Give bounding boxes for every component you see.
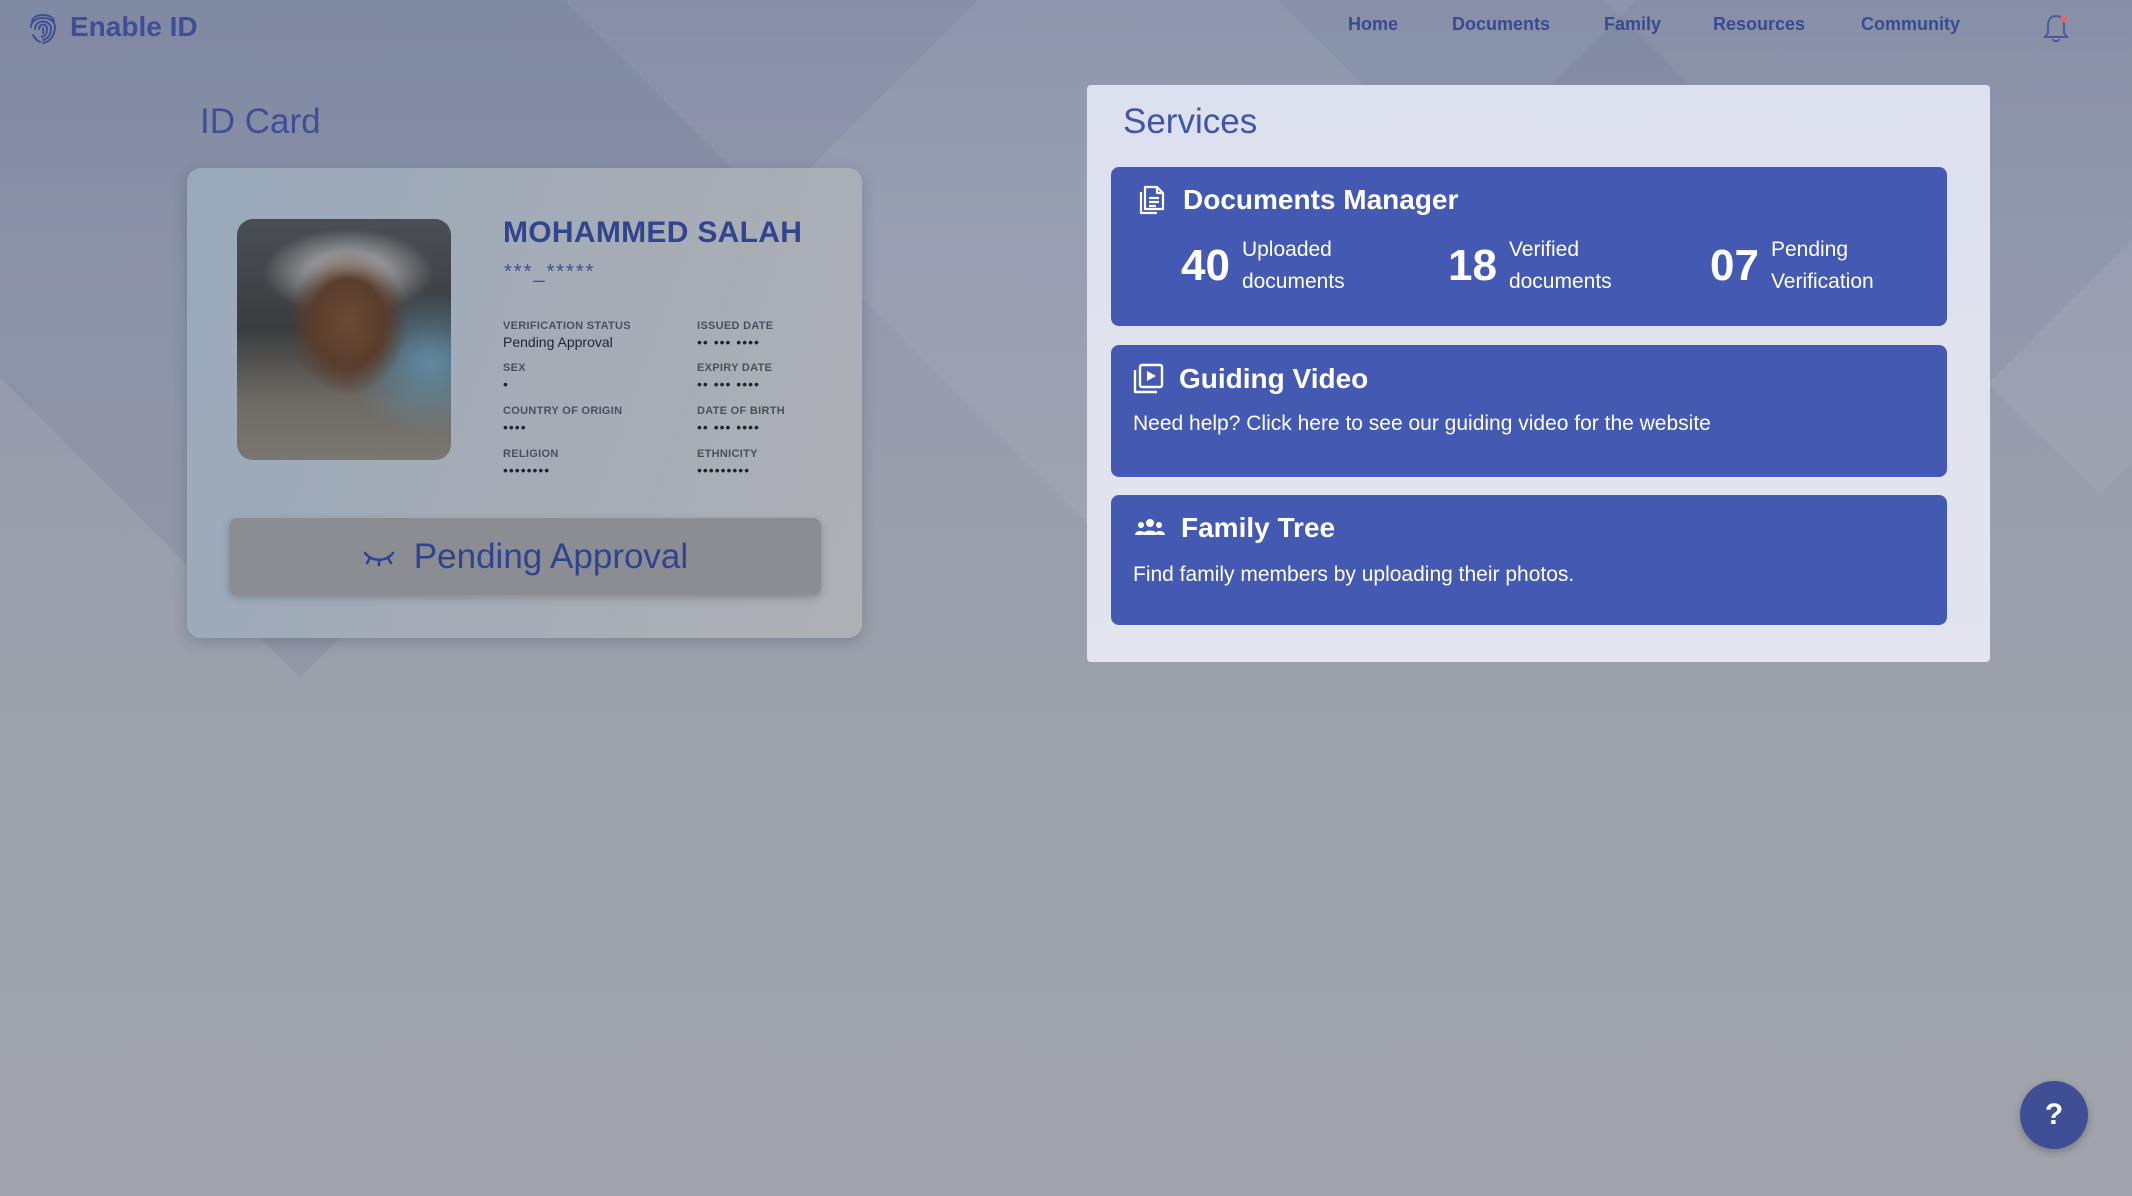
field-verification-status: VERIFICATION STATUS Pending Approval: [503, 320, 631, 350]
guiding-video-card[interactable]: Guiding Video Need help? Click here to s…: [1111, 345, 1947, 477]
stat-label: Pending Verification: [1770, 238, 1874, 293]
field-sex: SEX •: [503, 362, 526, 392]
nav-documents[interactable]: Documents: [1452, 14, 1550, 35]
card-holder-name: MOHAMMED SALAH: [503, 216, 803, 249]
family-tree-card[interactable]: Family Tree Find family members by uploa…: [1111, 495, 1947, 625]
field-value: •••••••••: [697, 462, 751, 478]
profile-photo: [237, 219, 451, 460]
documents-manager-header: Documents Manager: [1135, 183, 1458, 217]
notification-dot: [2060, 15, 2068, 23]
field-religion: RELIGION ••••••••: [503, 448, 559, 478]
nav-family[interactable]: Family: [1604, 14, 1661, 35]
services-panel: Services Documents Manager 40 Uploaded d…: [1087, 85, 1990, 662]
nav-resources[interactable]: Resources: [1713, 14, 1805, 35]
stat-value: 18: [1448, 241, 1497, 290]
services-title: Services: [1123, 102, 1258, 141]
field-label: ETHNICITY: [697, 448, 758, 460]
field-label: RELIGION: [503, 448, 559, 460]
closed-eye-icon: [363, 551, 395, 566]
id-card-section-title: ID Card: [200, 102, 321, 141]
field-value: Pending Approval: [503, 334, 613, 350]
card-id-number: ***_*****: [504, 261, 596, 283]
field-value: •• ••• ••••: [697, 334, 760, 350]
field-label: EXPIRY DATE: [697, 362, 773, 374]
stat-verified: 18 Verified documents: [1448, 234, 1649, 298]
field-date-of-birth: DATE OF BIRTH •• ••• ••••: [697, 405, 785, 435]
top-navbar: Enable ID Home Documents Family Resource…: [0, 0, 2132, 54]
field-issued-date: ISSUED DATE •• ••• ••••: [697, 320, 773, 350]
people-group-icon: [1135, 519, 1165, 535]
field-label: SEX: [503, 362, 526, 374]
field-country-of-origin: COUNTRY OF ORIGIN ••••: [503, 405, 622, 435]
family-tree-description: Find family members by uploading their p…: [1133, 563, 1575, 586]
field-ethnicity: ETHNICITY •••••••••: [697, 448, 758, 478]
documents-manager-title: Documents Manager: [1183, 184, 1459, 215]
stat-label: Verified documents: [1508, 238, 1612, 293]
documents-manager-card[interactable]: Documents Manager 40 Uploaded documents …: [1111, 167, 1947, 326]
stat-value: 40: [1181, 241, 1230, 290]
field-label: VERIFICATION STATUS: [503, 320, 631, 332]
field-label: DATE OF BIRTH: [697, 405, 786, 417]
field-expiry-date: EXPIRY DATE •• ••• ••••: [697, 362, 772, 392]
pending-approval-label: Pending Approval: [413, 536, 689, 576]
stat-value: 07: [1710, 241, 1759, 290]
field-value: ••••••••: [503, 462, 551, 478]
help-button[interactable]: ?: [2020, 1081, 2088, 1149]
stat-label: Uploaded documents: [1241, 238, 1345, 293]
pending-approval-button[interactable]: Pending Approval: [229, 518, 821, 595]
family-tree-title: Family Tree: [1181, 512, 1336, 543]
fingerprint-icon: [30, 14, 57, 44]
video-play-icon: [1133, 363, 1164, 394]
nav-community[interactable]: Community: [1861, 14, 1960, 35]
bell-icon[interactable]: [2042, 12, 2070, 44]
stat-pending: 07 Pending Verification: [1710, 234, 1911, 298]
family-tree-header: Family Tree: [1133, 511, 1335, 545]
field-value: •• ••• ••••: [697, 419, 760, 435]
field-label: COUNTRY OF ORIGIN: [503, 405, 623, 417]
guiding-video-header: Guiding Video: [1131, 362, 1368, 396]
help-label: ?: [2044, 1098, 2064, 1131]
id-card: MOHAMMED SALAH ***_***** VERIFICATION ST…: [187, 168, 862, 638]
stat-uploaded: 40 Uploaded documents: [1181, 234, 1382, 298]
guiding-video-title: Guiding Video: [1179, 363, 1369, 394]
field-value: •• ••• ••••: [697, 376, 760, 392]
documents-icon: [1139, 185, 1165, 215]
brand-name: Enable ID: [70, 11, 198, 42]
nav-home[interactable]: Home: [1348, 14, 1398, 35]
field-value: ••••: [503, 419, 527, 435]
field-label: ISSUED DATE: [697, 320, 774, 332]
field-value: •: [503, 376, 509, 392]
brand-logo[interactable]: Enable ID: [28, 9, 198, 45]
guiding-video-description: Need help? Click here to see our guiding…: [1133, 412, 1711, 435]
